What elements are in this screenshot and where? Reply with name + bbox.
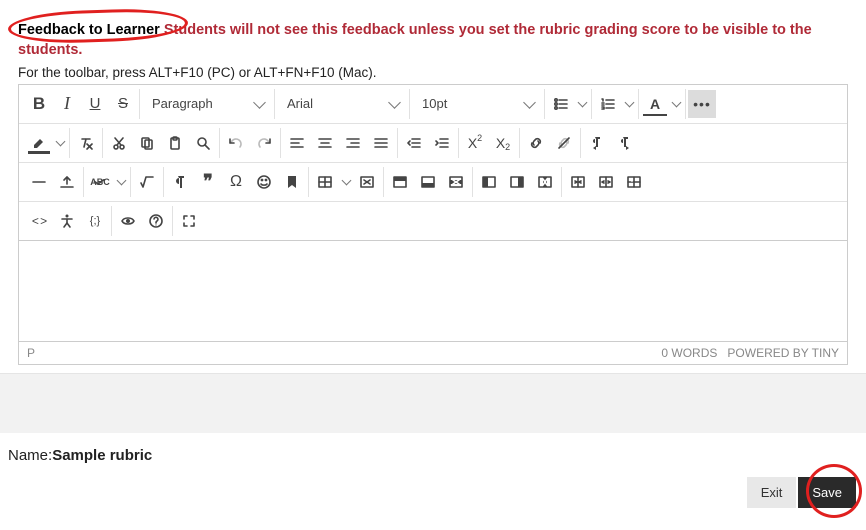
align-justify-button[interactable]	[367, 129, 395, 157]
horizontal-rule-button[interactable]	[25, 168, 53, 196]
pilcrow-button[interactable]	[166, 168, 194, 196]
delete-table-button[interactable]	[353, 168, 381, 196]
editor-content[interactable]	[19, 241, 847, 341]
editor-statusbar: P 0 WORDS POWERED BY TINY	[19, 341, 847, 364]
numbered-list-button[interactable]	[594, 90, 636, 118]
font-family-select[interactable]: Arial	[277, 90, 407, 118]
chevron-down-icon	[388, 96, 401, 109]
cell-props-button[interactable]	[620, 168, 648, 196]
more-button[interactable]: •••	[688, 90, 716, 118]
undo-button[interactable]	[222, 129, 250, 157]
font-size-select[interactable]: 10pt	[412, 90, 542, 118]
help-button[interactable]	[142, 207, 170, 235]
save-button[interactable]: Save	[798, 477, 856, 508]
redo-button[interactable]	[250, 129, 278, 157]
chevron-down-icon	[577, 97, 587, 107]
powered-by: POWERED BY TINY	[727, 346, 839, 360]
underline-button[interactable]: U	[81, 90, 109, 118]
clear-formatting-button[interactable]	[72, 129, 100, 157]
exit-button[interactable]: Exit	[747, 477, 797, 508]
chevron-down-icon	[116, 175, 126, 185]
blockquote-button[interactable]: ❞	[194, 168, 222, 196]
chevron-down-icon	[55, 136, 65, 146]
subscript-button[interactable]: X2	[489, 129, 517, 157]
preview-button[interactable]	[114, 207, 142, 235]
delete-col-button[interactable]	[531, 168, 559, 196]
align-left-button[interactable]	[283, 129, 311, 157]
split-cells-button[interactable]	[592, 168, 620, 196]
col-after-button[interactable]	[503, 168, 531, 196]
accessibility-button[interactable]	[53, 207, 81, 235]
emoji-button[interactable]	[250, 168, 278, 196]
bookmark-button[interactable]	[278, 168, 306, 196]
word-count: 0 WORDS	[661, 346, 717, 360]
chevron-down-icon	[523, 96, 536, 109]
spellcheck-button[interactable]: ABC	[86, 168, 128, 196]
insert-link-button[interactable]	[522, 129, 550, 157]
insert-file-button[interactable]	[53, 168, 81, 196]
merge-cells-button[interactable]	[564, 168, 592, 196]
special-char-button[interactable]: Ω	[222, 168, 250, 196]
text-color-button[interactable]: A	[641, 90, 683, 118]
rubric-name-value: Sample rubric	[52, 447, 152, 464]
spacer	[0, 373, 866, 433]
source-code-button[interactable]: < >	[25, 207, 53, 235]
code-sample-button[interactable]: {;}	[81, 207, 109, 235]
cut-button[interactable]	[105, 129, 133, 157]
rubric-name-label: Name:	[8, 447, 52, 464]
block-format-select[interactable]: Paragraph	[142, 90, 272, 118]
editor-toolbar: B I U S Paragraph Arial 10pt	[19, 85, 847, 241]
chevron-down-icon	[341, 175, 351, 185]
bullet-list-button[interactable]	[547, 90, 589, 118]
equation-button[interactable]	[133, 168, 161, 196]
feedback-label: Feedback to Learner	[18, 20, 160, 40]
align-right-button[interactable]	[339, 129, 367, 157]
row-before-button[interactable]	[386, 168, 414, 196]
copy-button[interactable]	[133, 129, 161, 157]
italic-button[interactable]: I	[53, 90, 81, 118]
col-before-button[interactable]	[475, 168, 503, 196]
paste-button[interactable]	[161, 129, 189, 157]
feedback-header: Feedback to Learner Students will not se…	[0, 0, 866, 65]
chevron-down-icon	[671, 97, 681, 107]
fullscreen-button[interactable]	[175, 207, 203, 235]
highlight-color-button[interactable]	[25, 129, 67, 157]
rich-text-editor: B I U S Paragraph Arial 10pt	[18, 84, 848, 365]
align-center-button[interactable]	[311, 129, 339, 157]
rtl-button[interactable]	[611, 129, 639, 157]
rubric-name-row: Name:Sample rubric	[0, 433, 866, 464]
superscript-button[interactable]: X2	[461, 129, 489, 157]
find-button[interactable]	[189, 129, 217, 157]
outdent-button[interactable]	[400, 129, 428, 157]
chevron-down-icon	[624, 97, 634, 107]
row-after-button[interactable]	[414, 168, 442, 196]
chevron-down-icon	[253, 96, 266, 109]
element-path[interactable]: P	[27, 346, 35, 360]
indent-button[interactable]	[428, 129, 456, 157]
bold-button[interactable]: B	[25, 90, 53, 118]
toolbar-access-hint: For the toolbar, press ALT+F10 (PC) or A…	[0, 65, 866, 84]
delete-row-button[interactable]	[442, 168, 470, 196]
insert-table-button[interactable]	[311, 168, 353, 196]
remove-link-button[interactable]	[550, 129, 578, 157]
strikethrough-button[interactable]: S	[109, 90, 137, 118]
ltr-button[interactable]	[583, 129, 611, 157]
